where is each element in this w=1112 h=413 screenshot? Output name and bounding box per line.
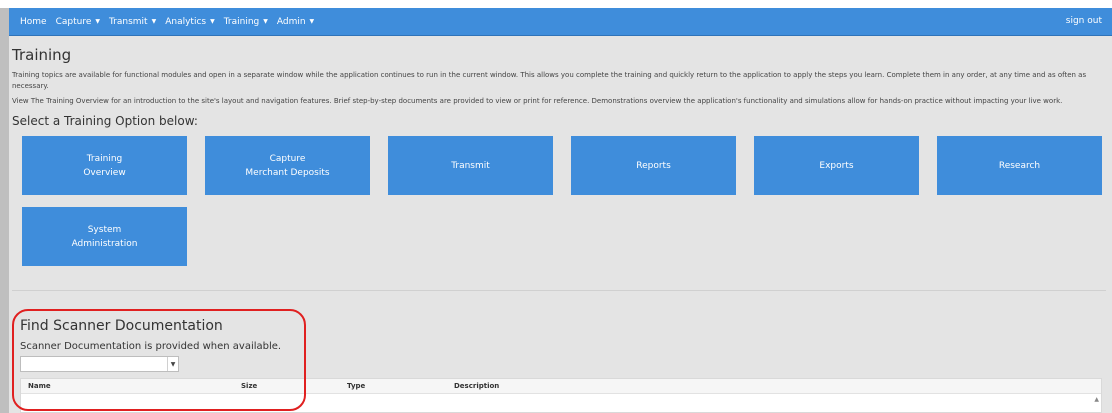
caret-down-icon: ▼: [309, 18, 315, 25]
caret-down-icon: ▼: [151, 18, 157, 25]
page-title: Training: [12, 46, 72, 64]
reports-button[interactable]: Reports: [571, 136, 736, 195]
nav-home[interactable]: Home: [20, 17, 47, 27]
button-label: Research: [998, 160, 1041, 171]
caret-down-icon: ▼: [210, 18, 215, 25]
button-label-line1: System: [87, 224, 122, 235]
left-edge-strip: [0, 8, 9, 413]
nav-label: Admin: [276, 16, 306, 27]
button-label-line1: Training: [86, 153, 123, 164]
button-label-line2: Merchant Deposits: [245, 167, 330, 178]
nav-label: Transmit: [109, 16, 148, 27]
training-overview-button[interactable]: Training Overview: [22, 136, 187, 195]
intro-paragraph: Training topics are available for functi…: [12, 71, 1087, 90]
research-button[interactable]: Research: [937, 136, 1102, 195]
button-label-line1: Capture: [269, 153, 306, 164]
caret-down-icon: ▼: [263, 18, 268, 25]
app-window: Home Capture ▼ Transmit ▼ Analytics ▼ Train…: [0, 0, 1112, 413]
system-administration-button[interactable]: System Administration: [22, 207, 187, 266]
button-label-line2: Overview: [83, 167, 126, 178]
button-label: Transmit: [451, 160, 490, 171]
nav-label: Capture: [55, 16, 92, 27]
button-label: Exports: [819, 160, 854, 171]
capture-merchant-deposits-button[interactable]: Capture Merchant Deposits: [205, 136, 370, 195]
button-label: Reports: [636, 160, 671, 171]
nav-training[interactable]: Training ▼: [224, 17, 268, 27]
transmit-button[interactable]: Transmit: [388, 136, 553, 195]
nav-label: Home: [20, 16, 47, 27]
overview-paragraph: View The Training Overview for an introd…: [12, 97, 1063, 105]
select-option-heading: Select a Training Option below:: [12, 114, 198, 128]
sign-out-link[interactable]: sign out: [1066, 16, 1102, 26]
button-label-line2: Administration: [71, 238, 138, 249]
nav-capture[interactable]: Capture ▼: [56, 17, 100, 27]
top-navbar: Home Capture ▼ Transmit ▼ Analytics ▼ Train…: [9, 8, 1112, 36]
section-divider: [12, 290, 1106, 291]
nav-analytics[interactable]: Analytics ▼: [165, 17, 215, 27]
scroll-up-icon[interactable]: ▲: [1094, 396, 1099, 403]
nav-label: Training: [223, 16, 260, 27]
caret-down-icon: ▼: [95, 18, 100, 25]
nav-label: Analytics: [165, 16, 207, 27]
column-header-description[interactable]: Description: [454, 382, 499, 390]
nav-transmit[interactable]: Transmit ▼: [109, 17, 156, 27]
exports-button[interactable]: Exports: [754, 136, 919, 195]
column-header-type[interactable]: Type: [347, 382, 365, 390]
annotation-highlight-box: [12, 309, 306, 411]
nav-admin[interactable]: Admin ▼: [277, 17, 314, 27]
